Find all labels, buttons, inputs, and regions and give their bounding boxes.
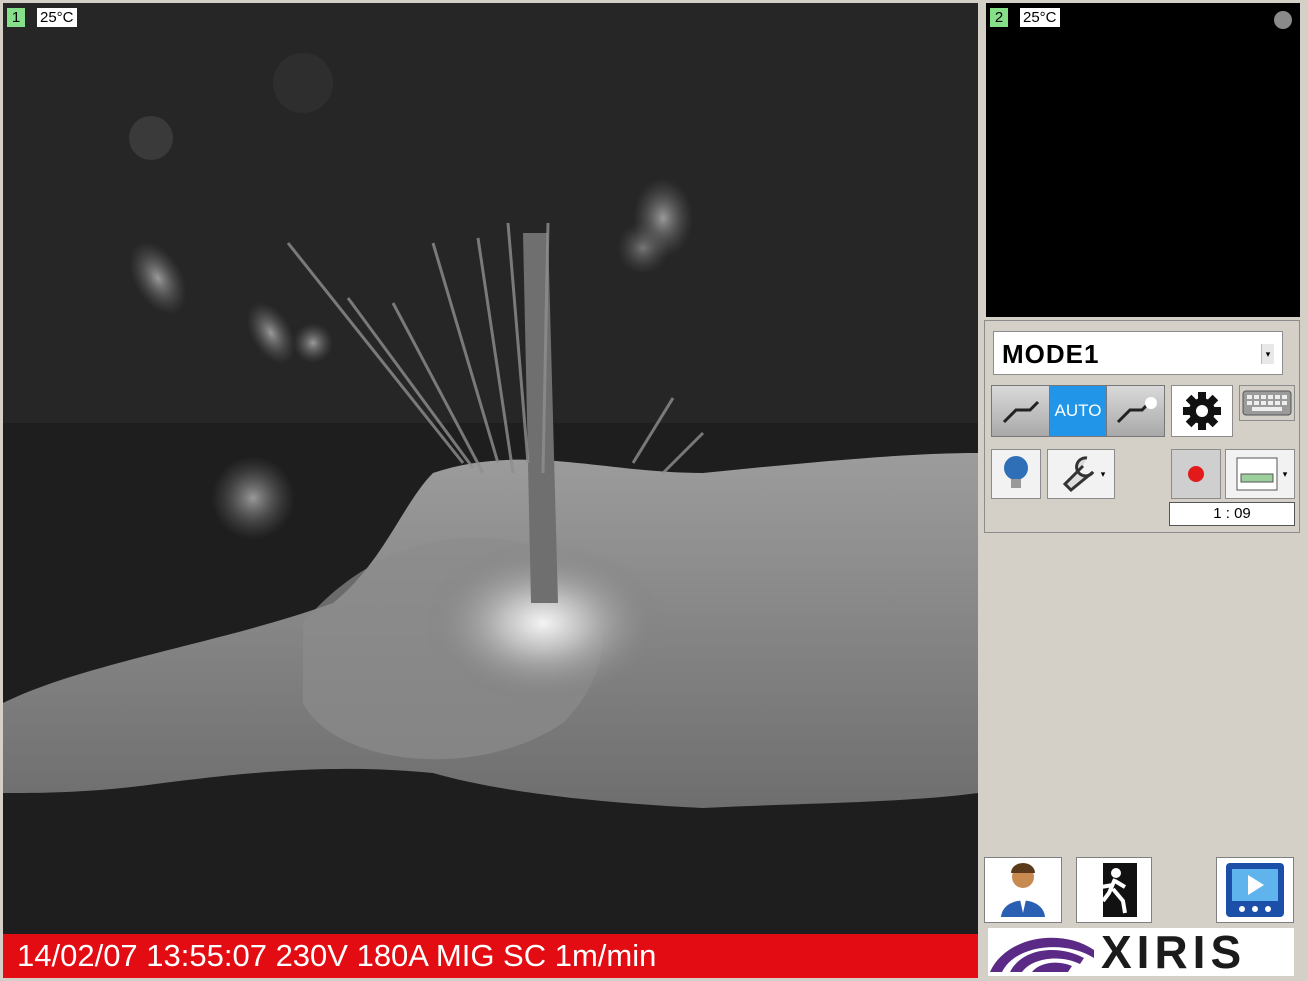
gear-icon <box>1183 392 1221 430</box>
keyboard-icon <box>1242 390 1292 416</box>
playback-icon <box>1226 863 1284 917</box>
exposure-arc-button[interactable] <box>1107 386 1165 436</box>
torch-low-icon <box>1003 400 1040 424</box>
chevron-down-icon[interactable]: ▾ <box>1261 344 1274 364</box>
lamp-button[interactable] <box>991 449 1041 499</box>
weld-status-bar: 14/02/07 13:55:07 230V 180A MIG SC 1m/mi… <box>3 934 978 978</box>
camera-1-number: 1 <box>7 8 25 27</box>
playback-button[interactable] <box>1216 857 1294 923</box>
xiris-logo: XIRIS <box>988 928 1294 976</box>
camera-1-temperature: 25°C <box>37 8 77 27</box>
lightbulb-icon <box>1004 456 1028 488</box>
weld-image <box>3 3 978 934</box>
exit-button[interactable] <box>1076 857 1152 923</box>
auto-exposure-button[interactable]: AUTO <box>1049 386 1108 436</box>
tools-button[interactable]: ▾ <box>1047 449 1115 499</box>
drive-icon <box>1236 457 1278 491</box>
recording-timer: 1 : 09 <box>1169 502 1295 526</box>
user-icon <box>1001 863 1045 917</box>
chevron-down-icon: ▾ <box>1282 468 1288 479</box>
torch-arc-icon <box>1116 397 1157 424</box>
record-icon <box>1188 466 1204 482</box>
xiris-logo-text: XIRIS <box>1101 926 1247 978</box>
user-button[interactable] <box>984 857 1062 923</box>
chevron-down-icon: ▾ <box>1100 468 1106 479</box>
storage-button[interactable]: ▾ <box>1225 449 1295 499</box>
keyboard-button[interactable] <box>1239 385 1295 421</box>
mode-select[interactable]: MODE1 ▾ <box>993 331 1283 375</box>
exit-icon <box>1100 863 1137 917</box>
control-panel: MODE1 ▾ AUTO ▾ ▾ 1: 09 <box>984 320 1300 533</box>
settings-button[interactable] <box>1171 385 1233 437</box>
xiris-logo-mark <box>990 937 1094 972</box>
camera-1-view[interactable]: 1 25°C <box>3 3 978 934</box>
mode-select-value: MODE1 <box>1002 339 1100 369</box>
camera-2-number: 2 <box>990 8 1008 27</box>
camera-2-indicator-icon <box>1274 11 1292 29</box>
camera-2-view[interactable]: 2 25°C <box>986 3 1300 317</box>
exposure-mode-segment: AUTO <box>991 385 1165 437</box>
exposure-low-button[interactable] <box>992 386 1050 436</box>
record-button[interactable] <box>1171 449 1221 499</box>
wrench-icon <box>1062 456 1094 493</box>
camera-2-temperature: 25°C <box>1020 8 1060 27</box>
